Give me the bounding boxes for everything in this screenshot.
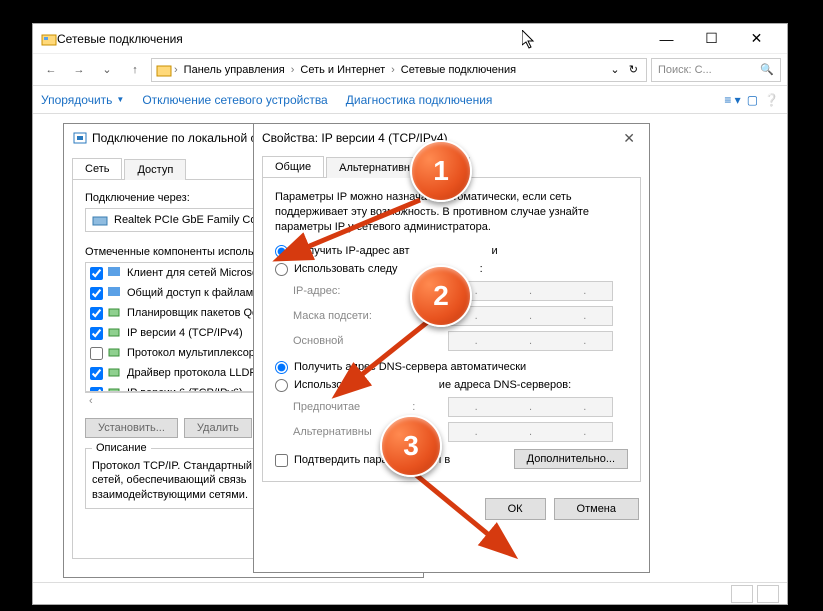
qos-icon bbox=[107, 305, 123, 321]
maximize-button[interactable]: ☐ bbox=[689, 25, 734, 53]
remove-button[interactable]: Удалить bbox=[184, 418, 252, 438]
icons-view-button[interactable] bbox=[757, 585, 779, 603]
cancel-button[interactable]: Отмена bbox=[554, 498, 639, 520]
install-button[interactable]: Установить... bbox=[85, 418, 178, 438]
annotation-bubble-1: 1 bbox=[410, 140, 472, 202]
radio-input[interactable] bbox=[275, 245, 288, 258]
tab-network[interactable]: Сеть bbox=[72, 158, 122, 179]
search-icon: 🔍 bbox=[760, 63, 774, 76]
breadcrumb-part[interactable]: Сетевые подключения bbox=[397, 64, 520, 76]
mouse-cursor-icon bbox=[522, 30, 538, 53]
disable-device[interactable]: Отключение сетевого устройства bbox=[142, 93, 327, 107]
back-button[interactable]: ← bbox=[39, 58, 63, 82]
ip-address-field: ... bbox=[448, 281, 613, 301]
ipv4-title: Свойства: IP версии 4 (TCP/IPv4) bbox=[262, 131, 448, 145]
tab-general[interactable]: Общие bbox=[262, 156, 324, 177]
share-icon bbox=[107, 285, 123, 301]
radio-dns-manual[interactable]: Использовать ие адреса DNS-серверов: bbox=[275, 379, 628, 392]
ethernet-icon bbox=[72, 130, 88, 146]
radio-input[interactable] bbox=[275, 263, 288, 276]
gateway-label: Основной bbox=[293, 335, 448, 347]
annotation-bubble-2: 2 bbox=[410, 265, 472, 327]
client-icon bbox=[107, 265, 123, 281]
up-button[interactable]: ↑ bbox=[123, 58, 147, 82]
close-icon[interactable]: ✕ bbox=[617, 130, 641, 147]
breadcrumb-dropdown[interactable]: ⌄ ↻ bbox=[606, 63, 642, 76]
organize-menu[interactable]: Упорядочить▼ bbox=[41, 93, 124, 107]
validate-checkbox[interactable] bbox=[275, 454, 288, 467]
radio-ip-auto[interactable]: Получить IP-адрес авт и bbox=[275, 245, 628, 258]
dns-preferred-label: Предпочитае: bbox=[293, 401, 448, 413]
radio-input[interactable] bbox=[275, 361, 288, 374]
component-checkbox[interactable] bbox=[90, 287, 103, 300]
component-checkbox[interactable] bbox=[90, 367, 103, 380]
radio-dns-auto[interactable]: Получить адрес DNS-сервера автоматически bbox=[275, 361, 628, 374]
gateway-field: ... bbox=[448, 331, 613, 351]
component-checkbox[interactable] bbox=[90, 327, 103, 340]
recent-dropdown[interactable]: ⌄ bbox=[95, 58, 119, 82]
network-folder-icon bbox=[41, 31, 57, 47]
forward-button[interactable]: → bbox=[67, 58, 91, 82]
preview-pane-icon[interactable]: ▢ bbox=[747, 93, 758, 107]
search-placeholder: Поиск: С... bbox=[658, 64, 712, 76]
dns-preferred-field: ... bbox=[448, 397, 613, 417]
view-options-icon[interactable]: ≡ ▾ bbox=[724, 93, 740, 107]
breadcrumb-part[interactable]: Панель управления bbox=[180, 64, 289, 76]
minimize-button[interactable]: — bbox=[644, 25, 689, 53]
adapter-name: Realtek PCIe GbE Family Cont bbox=[114, 214, 266, 226]
breadcrumb[interactable]: › Панель управления › Сеть и Интернет › … bbox=[151, 58, 647, 82]
advanced-button[interactable]: Дополнительно... bbox=[514, 449, 628, 469]
protocol-icon bbox=[107, 345, 123, 361]
protocol-icon bbox=[107, 385, 123, 392]
explorer-toolbar: Упорядочить▼ Отключение сетевого устройс… bbox=[33, 86, 787, 114]
component-checkbox[interactable] bbox=[90, 307, 103, 320]
protocol-icon bbox=[107, 325, 123, 341]
tab-access[interactable]: Доступ bbox=[124, 159, 186, 180]
help-icon[interactable]: ❔ bbox=[764, 93, 779, 107]
subnet-mask-field: ... bbox=[448, 306, 613, 326]
close-button[interactable]: ✕ bbox=[734, 25, 779, 53]
annotation-bubble-3: 3 bbox=[380, 415, 442, 477]
description-legend: Описание bbox=[92, 442, 151, 454]
statusbar bbox=[33, 582, 787, 604]
nic-icon bbox=[92, 212, 108, 228]
ok-button[interactable]: ОК bbox=[485, 498, 546, 520]
search-input[interactable]: Поиск: С... 🔍 bbox=[651, 58, 781, 82]
explorer-titlebar: Сетевые подключения — ☐ ✕ bbox=[33, 24, 787, 54]
protocol-icon bbox=[107, 365, 123, 381]
radio-input[interactable] bbox=[275, 379, 288, 392]
breadcrumb-part[interactable]: Сеть и Интернет bbox=[296, 64, 389, 76]
component-checkbox[interactable] bbox=[90, 347, 103, 360]
component-checkbox[interactable] bbox=[90, 267, 103, 280]
explorer-title: Сетевые подключения bbox=[57, 32, 644, 46]
props-title: Подключение по локальной с bbox=[92, 131, 257, 145]
diagnose-connection[interactable]: Диагностика подключения bbox=[346, 93, 493, 107]
details-view-button[interactable] bbox=[731, 585, 753, 603]
network-folder-icon bbox=[156, 62, 172, 78]
nav-row: ← → ⌄ ↑ › Панель управления › Сеть и Инт… bbox=[33, 54, 787, 86]
dns-alternate-field: ... bbox=[448, 422, 613, 442]
